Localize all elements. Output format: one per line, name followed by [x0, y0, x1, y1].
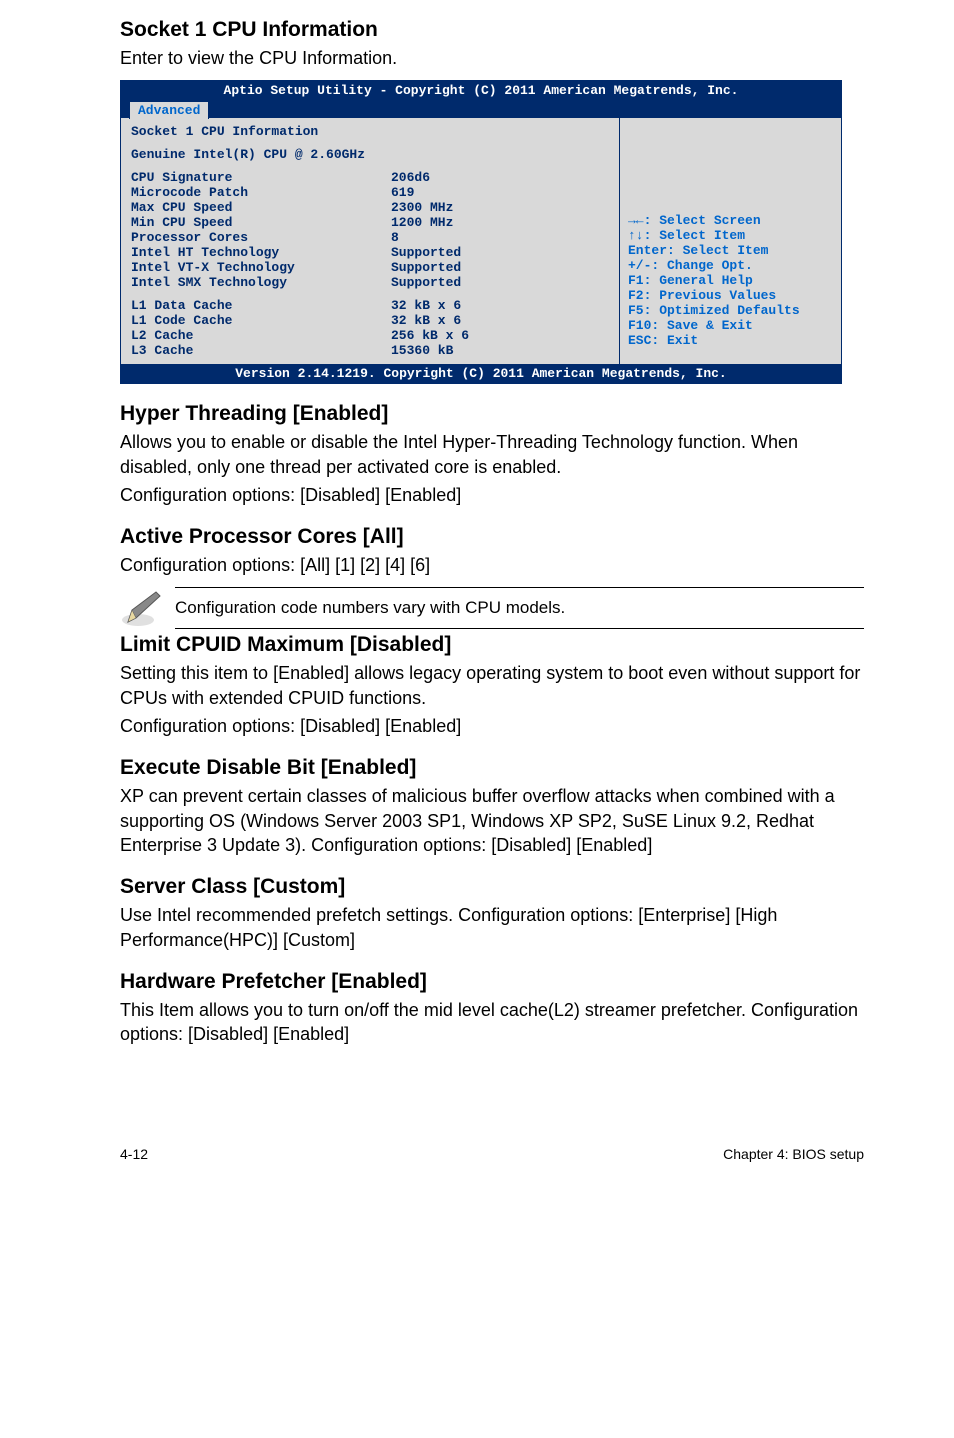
bios-row-value: Supported	[391, 275, 609, 290]
bios-row-label: L3 Cache	[131, 343, 391, 358]
bios-help-line: F5: Optimized Defaults	[628, 303, 833, 318]
bios-row-label: Min CPU Speed	[131, 215, 391, 230]
bios-row-value: 206d6	[391, 170, 609, 185]
bios-row-label: Intel SMX Technology	[131, 275, 391, 290]
body-text: Configuration options: [All] [1] [2] [4]…	[120, 553, 864, 577]
bios-row-label: L2 Cache	[131, 328, 391, 343]
bios-row: Microcode Patch619	[131, 185, 609, 200]
heading-hw-prefetcher: Hardware Prefetcher [Enabled]	[120, 970, 864, 994]
pencil-icon	[120, 588, 175, 628]
note-block: Configuration code numbers vary with CPU…	[120, 587, 864, 629]
bios-row-label: Processor Cores	[131, 230, 391, 245]
bios-row-label: Intel HT Technology	[131, 245, 391, 260]
bios-row-label: Max CPU Speed	[131, 200, 391, 215]
bios-row: Intel VT-X TechnologySupported	[131, 260, 609, 275]
bios-title-text: Aptio Setup Utility - Copyright (C) 2011…	[129, 83, 833, 98]
bios-row-value: 8	[391, 230, 609, 245]
note-text: Configuration code numbers vary with CPU…	[175, 587, 864, 629]
bios-left-pane: Socket 1 CPU Information Genuine Intel(R…	[121, 118, 620, 364]
bios-help-line: ↑↓: Select Item	[628, 228, 833, 243]
bios-screenshot: Aptio Setup Utility - Copyright (C) 2011…	[120, 80, 842, 384]
heading-limit-cpuid: Limit CPUID Maximum [Disabled]	[120, 633, 864, 657]
bios-row-label: CPU Signature	[131, 170, 391, 185]
body-text: XP can prevent certain classes of malici…	[120, 784, 864, 857]
intro-socket1: Enter to view the CPU Information.	[120, 46, 864, 70]
bios-help-line: Enter: Select Item	[628, 243, 833, 258]
bios-heading2: Genuine Intel(R) CPU @ 2.60GHz	[131, 147, 609, 162]
bios-row-label: Microcode Patch	[131, 185, 391, 200]
bios-row: Min CPU Speed1200 MHz	[131, 215, 609, 230]
bios-row-value: Supported	[391, 245, 609, 260]
chapter-title: Chapter 4: BIOS setup	[723, 1146, 864, 1162]
bios-help-line: F1: General Help	[628, 273, 833, 288]
bios-help-line: F10: Save & Exit	[628, 318, 833, 333]
bios-row: Intel SMX TechnologySupported	[131, 275, 609, 290]
bios-row-value: 2300 MHz	[391, 200, 609, 215]
page-number: 4-12	[120, 1146, 148, 1162]
bios-row-value: Supported	[391, 260, 609, 275]
bios-row-value: 1200 MHz	[391, 215, 609, 230]
body-text: Allows you to enable or disable the Inte…	[120, 430, 864, 479]
bios-row: L2 Cache256 kB x 6	[131, 328, 609, 343]
bios-row-value: 32 kB x 6	[391, 298, 609, 313]
body-text: Setting this item to [Enabled] allows le…	[120, 661, 864, 710]
bios-tab-advanced: Advanced	[129, 101, 209, 119]
page-footer: 4-12 Chapter 4: BIOS setup	[0, 1146, 954, 1182]
bios-help-line: +/-: Change Opt.	[628, 258, 833, 273]
bios-row: L3 Cache15360 kB	[131, 343, 609, 358]
body-text: Configuration options: [Disabled] [Enabl…	[120, 714, 864, 738]
heading-server-class: Server Class [Custom]	[120, 875, 864, 899]
bios-row: CPU Signature206d6	[131, 170, 609, 185]
bios-row: Intel HT TechnologySupported	[131, 245, 609, 260]
bios-titlebar: Aptio Setup Utility - Copyright (C) 2011…	[121, 81, 841, 118]
body-text: This Item allows you to turn on/off the …	[120, 998, 864, 1047]
bios-heading1: Socket 1 CPU Information	[131, 124, 609, 139]
bios-row-value: 32 kB x 6	[391, 313, 609, 328]
bios-row: L1 Code Cache32 kB x 6	[131, 313, 609, 328]
heading-execute-disable: Execute Disable Bit [Enabled]	[120, 756, 864, 780]
bios-row-label: L1 Code Cache	[131, 313, 391, 328]
body-text: Use Intel recommended prefetch settings.…	[120, 903, 864, 952]
bios-help-line: F2: Previous Values	[628, 288, 833, 303]
bios-row-label: L1 Data Cache	[131, 298, 391, 313]
body-text: Configuration options: [Disabled] [Enabl…	[120, 483, 864, 507]
bios-row: Processor Cores8	[131, 230, 609, 245]
bios-row: L1 Data Cache32 kB x 6	[131, 298, 609, 313]
bios-help-pane: →←: Select Screen ↑↓: Select Item Enter:…	[620, 118, 841, 364]
bios-row-value: 619	[391, 185, 609, 200]
heading-active-cores: Active Processor Cores [All]	[120, 525, 864, 549]
heading-hyperthreading: Hyper Threading [Enabled]	[120, 402, 864, 426]
bios-row-label: Intel VT-X Technology	[131, 260, 391, 275]
heading-socket1: Socket 1 CPU Information	[120, 18, 864, 42]
bios-row-value: 256 kB x 6	[391, 328, 609, 343]
bios-row-value: 15360 kB	[391, 343, 609, 358]
bios-footer: Version 2.14.1219. Copyright (C) 2011 Am…	[121, 364, 841, 383]
bios-help-line: ESC: Exit	[628, 333, 833, 348]
bios-help-line: →←: Select Screen	[628, 213, 833, 228]
bios-row: Max CPU Speed2300 MHz	[131, 200, 609, 215]
